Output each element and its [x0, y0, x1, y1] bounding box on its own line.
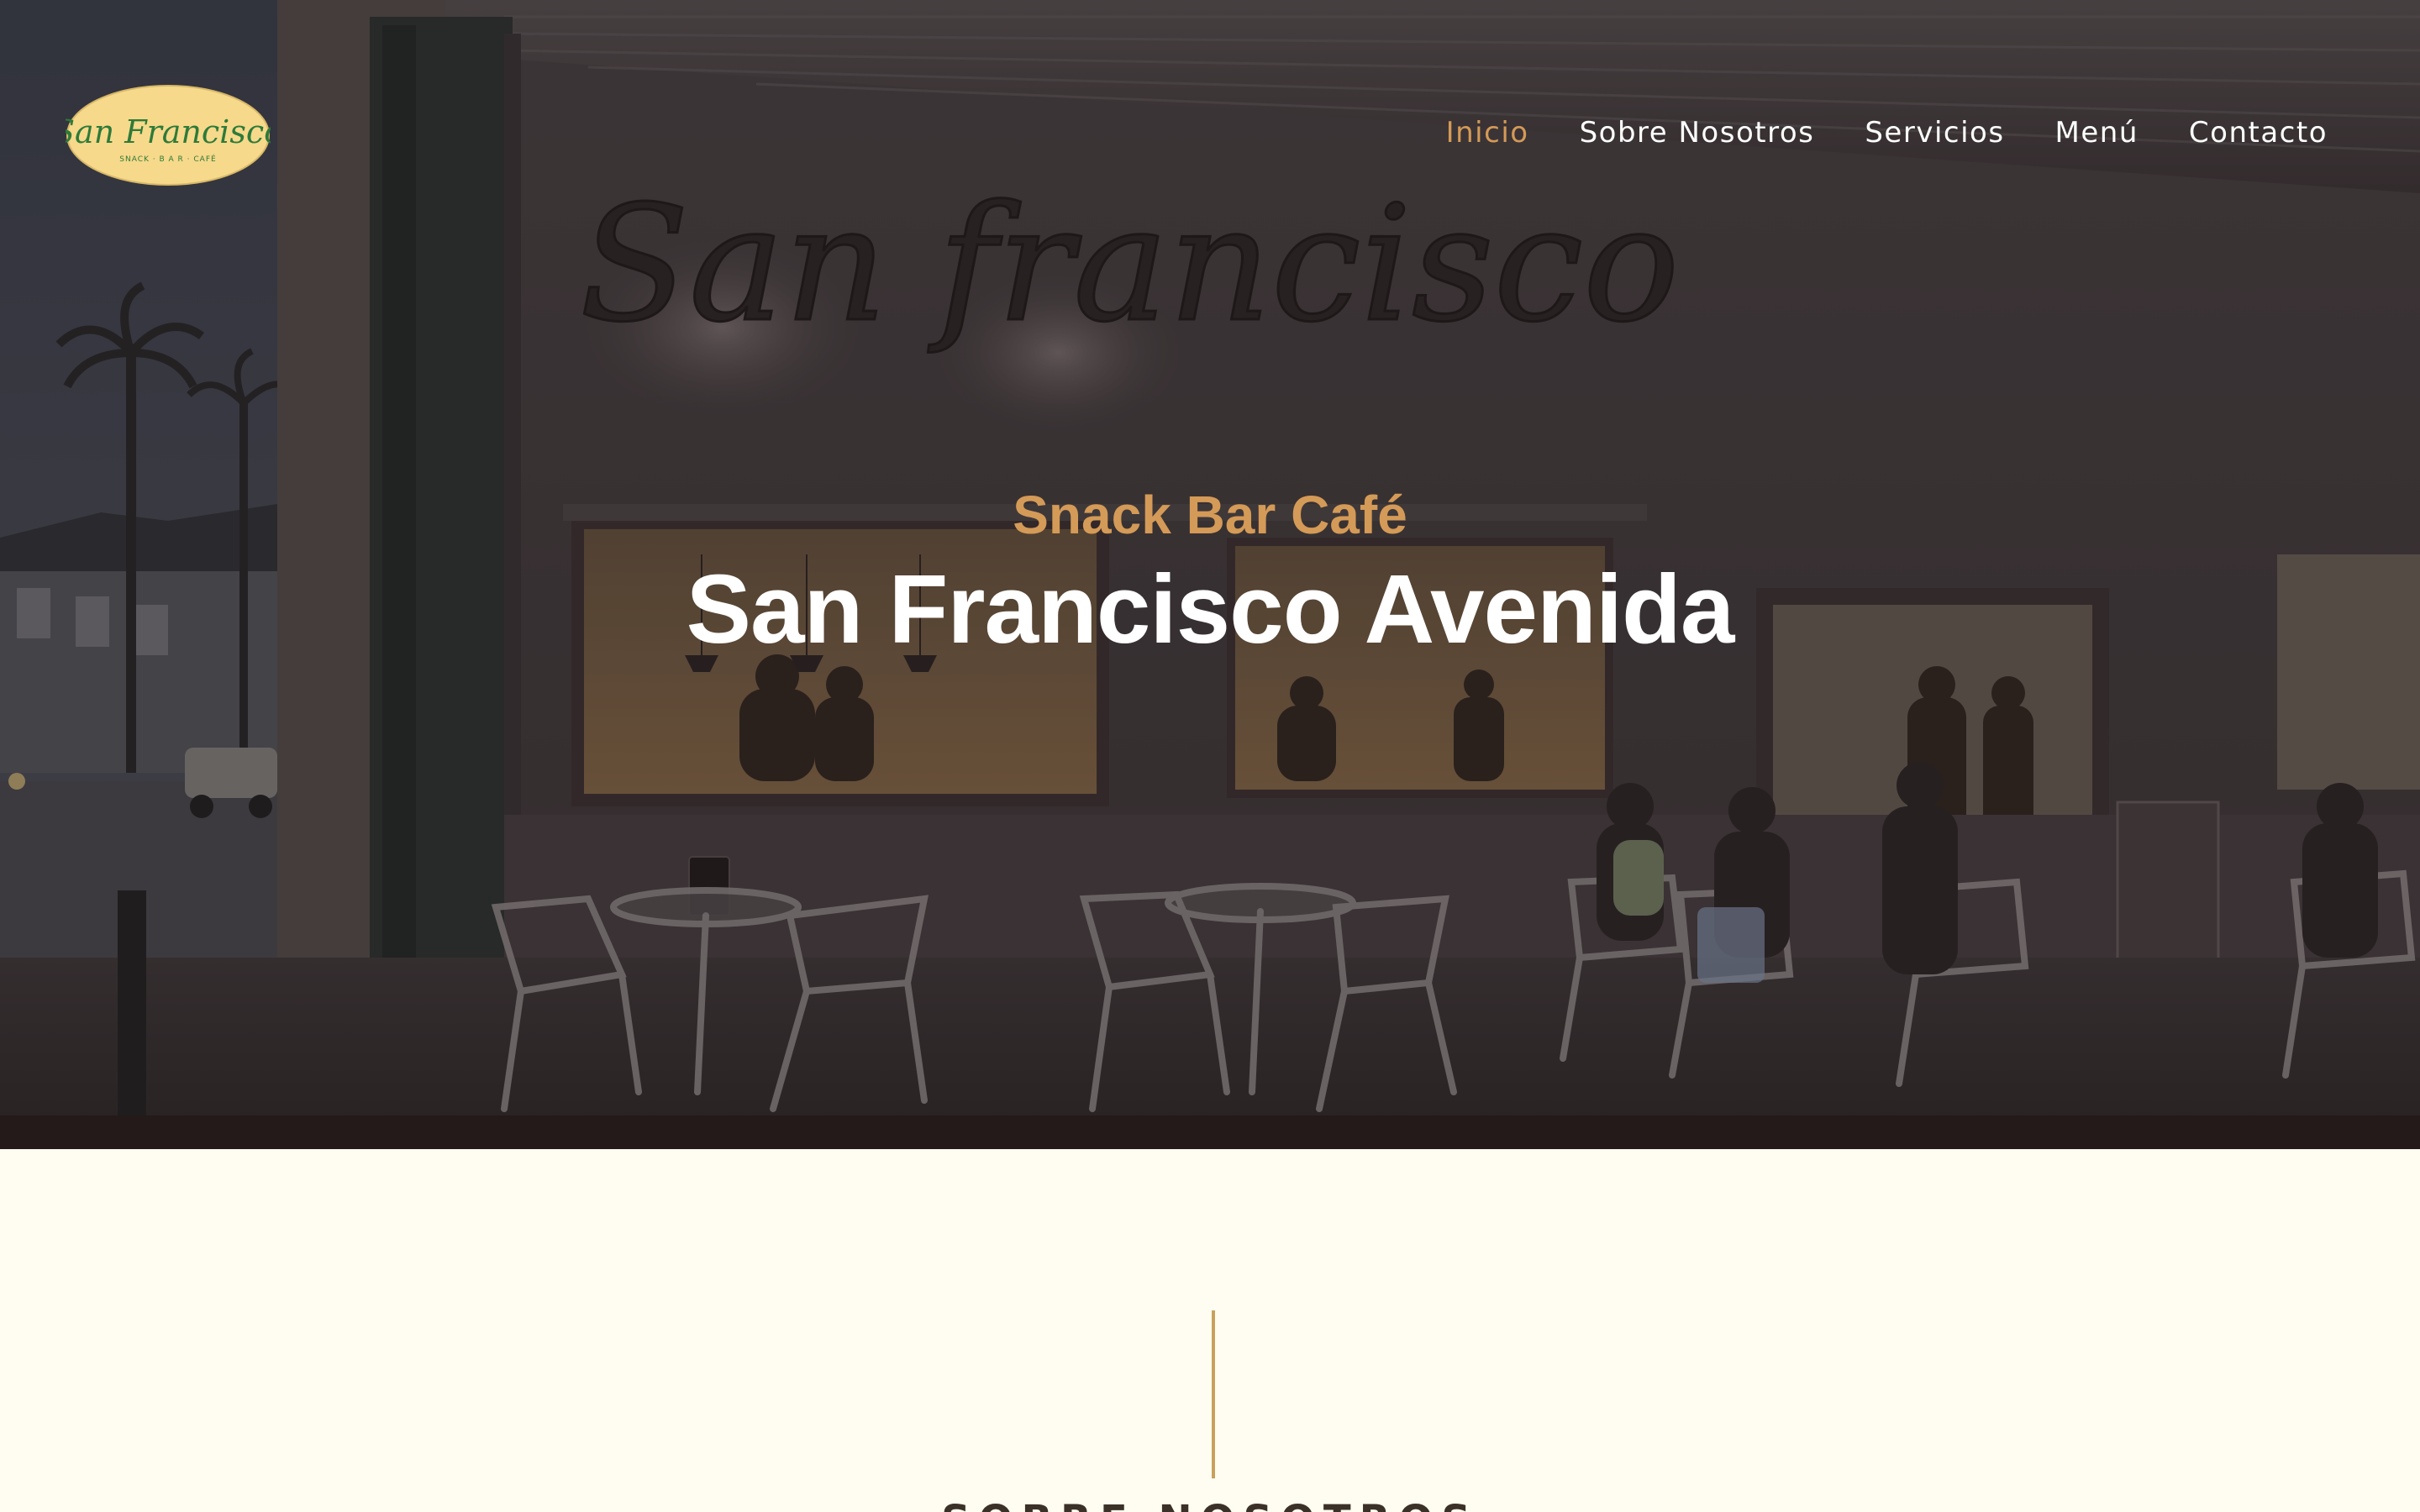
logo-tagline: SNACK · B A R · CAFÉ [119, 154, 216, 164]
nav-item-inicio[interactable]: Inicio [1446, 116, 1529, 150]
nav-item-menu[interactable]: Menú [2055, 116, 2139, 150]
page: San francisco an Francisco SNACK · B A R… [0, 0, 2420, 1512]
hero-bottom-band [0, 1116, 2420, 1149]
logo-badge: San Francisco SNACK · B A R · CAFÉ [53, 85, 283, 186]
nav-item-servicios[interactable]: Servicios [1865, 116, 2004, 150]
hero-subtitle: Snack Bar Café [1013, 485, 1407, 545]
section-divider-line [1212, 1310, 1215, 1478]
logo[interactable]: San Francisco SNACK · B A R · CAFÉ [53, 84, 283, 186]
about-heading: SOBRE NOSOTROS [0, 1497, 2420, 1512]
hero-title: San Francisco Avenida [686, 554, 1735, 664]
main-nav: Inicio Sobre Nosotros Servicios Menú Con… [1446, 116, 2328, 150]
logo-script-text: San Francisco [66, 113, 271, 150]
hero-section: San francisco an Francisco SNACK · B A R… [0, 0, 2420, 1149]
nav-item-sobre-nosotros[interactable]: Sobre Nosotros [1580, 116, 1815, 150]
nav-item-contacto[interactable]: Contacto [2189, 116, 2328, 150]
